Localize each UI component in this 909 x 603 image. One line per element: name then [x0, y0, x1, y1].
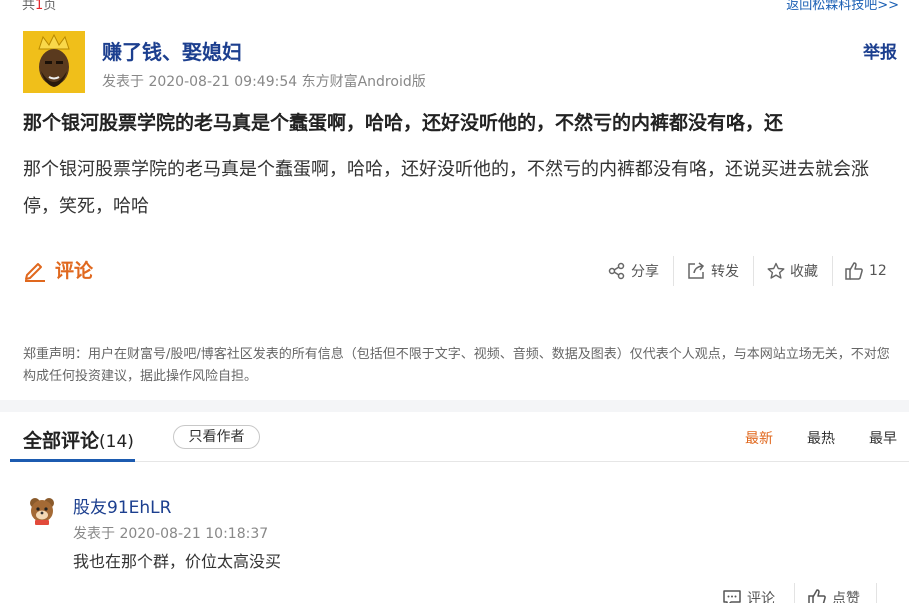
section-gap — [0, 400, 909, 412]
comments-title-label: 全部评论 — [23, 430, 100, 452]
divider — [832, 256, 833, 286]
comment-action-bar: 评论 点赞 — [10, 581, 909, 603]
like-count: 12 — [869, 263, 887, 279]
reply-button[interactable]: 评论 — [722, 584, 775, 603]
forward-button[interactable]: 转发 — [686, 257, 739, 285]
sort-earliest[interactable]: 最早 — [869, 428, 897, 448]
divider — [794, 583, 795, 603]
post-body: 那个银河股票学院的老马真是个蠢蛋啊，哈哈，还好没听他的，不然亏的内裤都没有咯，还… — [23, 159, 869, 217]
top-bar: 共1页 返回松霖科技吧>> — [0, 0, 909, 14]
comment-icon — [723, 590, 741, 603]
comment-meta: 发表于 2020-08-21 10:18:37 — [73, 526, 269, 542]
share-icon — [608, 262, 625, 280]
page-count-prefix: 共 — [22, 0, 36, 13]
comment-button[interactable]: 评论 — [23, 256, 93, 283]
forward-icon — [688, 262, 705, 279]
share-label: 分享 — [631, 264, 659, 280]
post-title: 那个银河股票学院的老马真是个蠢蛋啊，哈哈，还好没听他的，不然亏的内裤都没有咯，还 — [23, 112, 784, 134]
author-only-toggle[interactable]: 只看作者 — [173, 425, 260, 449]
reply-label: 评论 — [747, 591, 775, 603]
post-author-name[interactable]: 赚了钱、娶媳妇 — [102, 36, 242, 65]
post-meta: 发表于 2020-08-21 09:49:54 东方财富Android版 — [102, 74, 426, 90]
disclaimer: 郑重声明：用户在财富号/股吧/博客社区发表的所有信息（包括但不限于文字、视频、音… — [23, 347, 890, 384]
comment-like-label: 点赞 — [832, 591, 860, 603]
comment-item: 股友91EhLR 发表于 2020-08-21 10:18:37 我也在那个群，… — [10, 463, 909, 603]
collect-button[interactable]: 收藏 — [767, 257, 818, 285]
report-button[interactable]: 举报 — [863, 38, 897, 63]
comments-header: 全部评论(14) 只看作者 最新 最热 最早 — [10, 412, 909, 462]
sort-hottest[interactable]: 最热 — [807, 428, 835, 448]
pencil-icon — [25, 262, 45, 282]
page-count-suffix: 页 — [43, 0, 57, 13]
commenter-avatar[interactable] — [26, 494, 58, 526]
author-avatar[interactable] — [23, 31, 85, 93]
comment-like-button[interactable]: 点赞 — [807, 584, 860, 603]
sort-latest[interactable]: 最新 — [745, 428, 773, 448]
post-action-bar: 评论 分享 转发 收藏 12 — [10, 254, 909, 288]
avatar-image — [30, 498, 54, 525]
forward-label: 转发 — [711, 264, 739, 280]
page-count: 共1页 — [22, 0, 56, 13]
collect-label: 收藏 — [790, 264, 818, 280]
thumbs-up-icon — [808, 589, 826, 603]
comment-text: 我也在那个群，价位太高没买 — [73, 552, 282, 571]
divider — [876, 583, 877, 603]
commenter-name[interactable]: 股友91EhLR — [73, 493, 171, 518]
thumbs-up-icon — [845, 262, 863, 280]
comments-title[interactable]: 全部评论(14) — [23, 426, 134, 453]
main-post: 赚了钱、娶媳妇 发表于 2020-08-21 09:49:54 东方财富Andr… — [10, 14, 909, 400]
avatar-image — [23, 31, 85, 93]
divider — [753, 256, 754, 286]
comments-count: (14) — [99, 432, 134, 452]
divider — [673, 256, 674, 286]
back-to-forum-link[interactable]: 返回松霖科技吧>> — [786, 0, 899, 13]
like-button[interactable]: 12 — [844, 257, 887, 285]
star-icon — [767, 262, 785, 279]
comment-button-label: 评论 — [55, 260, 94, 282]
share-button[interactable]: 分享 — [608, 257, 659, 285]
active-tab-underline — [10, 459, 135, 462]
